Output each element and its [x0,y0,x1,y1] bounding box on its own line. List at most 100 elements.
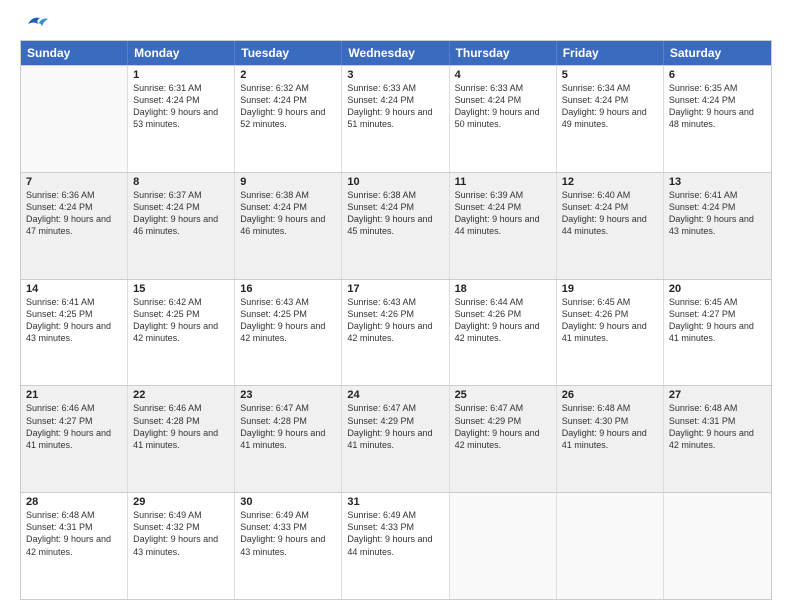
day-number: 3 [347,69,443,81]
cell-text: Sunrise: 6:44 AM Sunset: 4:26 PM Dayligh… [455,296,551,345]
day-number: 5 [562,69,658,81]
day-number: 16 [240,283,336,295]
cal-cell: 18Sunrise: 6:44 AM Sunset: 4:26 PM Dayli… [450,280,557,386]
cell-text: Sunrise: 6:46 AM Sunset: 4:27 PM Dayligh… [26,402,122,451]
header-cell-monday: Monday [128,41,235,65]
cal-cell: 26Sunrise: 6:48 AM Sunset: 4:30 PM Dayli… [557,386,664,492]
cal-row: 28Sunrise: 6:48 AM Sunset: 4:31 PM Dayli… [21,492,771,599]
cell-text: Sunrise: 6:38 AM Sunset: 4:24 PM Dayligh… [347,189,443,238]
header-cell-friday: Friday [557,41,664,65]
cell-text: Sunrise: 6:42 AM Sunset: 4:25 PM Dayligh… [133,296,229,345]
cell-text: Sunrise: 6:49 AM Sunset: 4:33 PM Dayligh… [240,509,336,558]
cell-text: Sunrise: 6:43 AM Sunset: 4:26 PM Dayligh… [347,296,443,345]
cell-text: Sunrise: 6:39 AM Sunset: 4:24 PM Dayligh… [455,189,551,238]
header-cell-sunday: Sunday [21,41,128,65]
cal-cell: 8Sunrise: 6:37 AM Sunset: 4:24 PM Daylig… [128,173,235,279]
calendar-body: 1Sunrise: 6:31 AM Sunset: 4:24 PM Daylig… [21,65,771,599]
cal-cell: 31Sunrise: 6:49 AM Sunset: 4:33 PM Dayli… [342,493,449,599]
cal-cell: 29Sunrise: 6:49 AM Sunset: 4:32 PM Dayli… [128,493,235,599]
page: SundayMondayTuesdayWednesdayThursdayFrid… [0,0,792,612]
logo-bird-icon [22,14,48,34]
cell-text: Sunrise: 6:43 AM Sunset: 4:25 PM Dayligh… [240,296,336,345]
cal-cell [450,493,557,599]
cell-text: Sunrise: 6:37 AM Sunset: 4:24 PM Dayligh… [133,189,229,238]
cell-text: Sunrise: 6:45 AM Sunset: 4:26 PM Dayligh… [562,296,658,345]
cell-text: Sunrise: 6:45 AM Sunset: 4:27 PM Dayligh… [669,296,766,345]
day-number: 10 [347,176,443,188]
cal-cell: 30Sunrise: 6:49 AM Sunset: 4:33 PM Dayli… [235,493,342,599]
day-number: 17 [347,283,443,295]
cell-text: Sunrise: 6:38 AM Sunset: 4:24 PM Dayligh… [240,189,336,238]
cell-text: Sunrise: 6:48 AM Sunset: 4:31 PM Dayligh… [669,402,766,451]
cal-cell: 25Sunrise: 6:47 AM Sunset: 4:29 PM Dayli… [450,386,557,492]
cal-cell: 21Sunrise: 6:46 AM Sunset: 4:27 PM Dayli… [21,386,128,492]
day-number: 22 [133,389,229,401]
cal-cell: 5Sunrise: 6:34 AM Sunset: 4:24 PM Daylig… [557,66,664,172]
day-number: 2 [240,69,336,81]
logo [20,18,48,30]
cell-text: Sunrise: 6:36 AM Sunset: 4:24 PM Dayligh… [26,189,122,238]
cal-cell: 15Sunrise: 6:42 AM Sunset: 4:25 PM Dayli… [128,280,235,386]
cell-text: Sunrise: 6:32 AM Sunset: 4:24 PM Dayligh… [240,82,336,131]
cal-cell: 3Sunrise: 6:33 AM Sunset: 4:24 PM Daylig… [342,66,449,172]
day-number: 8 [133,176,229,188]
cal-cell: 24Sunrise: 6:47 AM Sunset: 4:29 PM Dayli… [342,386,449,492]
cell-text: Sunrise: 6:48 AM Sunset: 4:30 PM Dayligh… [562,402,658,451]
day-number: 14 [26,283,122,295]
cell-text: Sunrise: 6:35 AM Sunset: 4:24 PM Dayligh… [669,82,766,131]
cal-cell: 1Sunrise: 6:31 AM Sunset: 4:24 PM Daylig… [128,66,235,172]
day-number: 4 [455,69,551,81]
day-number: 6 [669,69,766,81]
cal-cell: 22Sunrise: 6:46 AM Sunset: 4:28 PM Dayli… [128,386,235,492]
day-number: 19 [562,283,658,295]
cal-cell: 11Sunrise: 6:39 AM Sunset: 4:24 PM Dayli… [450,173,557,279]
cell-text: Sunrise: 6:31 AM Sunset: 4:24 PM Dayligh… [133,82,229,131]
day-number: 24 [347,389,443,401]
cal-cell: 17Sunrise: 6:43 AM Sunset: 4:26 PM Dayli… [342,280,449,386]
cal-cell: 27Sunrise: 6:48 AM Sunset: 4:31 PM Dayli… [664,386,771,492]
day-number: 20 [669,283,766,295]
cell-text: Sunrise: 6:41 AM Sunset: 4:24 PM Dayligh… [669,189,766,238]
day-number: 9 [240,176,336,188]
cal-row: 21Sunrise: 6:46 AM Sunset: 4:27 PM Dayli… [21,385,771,492]
header-cell-wednesday: Wednesday [342,41,449,65]
cal-cell: 28Sunrise: 6:48 AM Sunset: 4:31 PM Dayli… [21,493,128,599]
day-number: 7 [26,176,122,188]
cal-row: 1Sunrise: 6:31 AM Sunset: 4:24 PM Daylig… [21,65,771,172]
cell-text: Sunrise: 6:48 AM Sunset: 4:31 PM Dayligh… [26,509,122,558]
day-number: 29 [133,496,229,508]
cal-cell: 13Sunrise: 6:41 AM Sunset: 4:24 PM Dayli… [664,173,771,279]
cal-row: 14Sunrise: 6:41 AM Sunset: 4:25 PM Dayli… [21,279,771,386]
calendar: SundayMondayTuesdayWednesdayThursdayFrid… [20,40,772,600]
day-number: 23 [240,389,336,401]
cell-text: Sunrise: 6:47 AM Sunset: 4:29 PM Dayligh… [455,402,551,451]
cell-text: Sunrise: 6:47 AM Sunset: 4:29 PM Dayligh… [347,402,443,451]
cell-text: Sunrise: 6:40 AM Sunset: 4:24 PM Dayligh… [562,189,658,238]
day-number: 27 [669,389,766,401]
cal-cell: 10Sunrise: 6:38 AM Sunset: 4:24 PM Dayli… [342,173,449,279]
cell-text: Sunrise: 6:34 AM Sunset: 4:24 PM Dayligh… [562,82,658,131]
cal-row: 7Sunrise: 6:36 AM Sunset: 4:24 PM Daylig… [21,172,771,279]
day-number: 1 [133,69,229,81]
calendar-header: SundayMondayTuesdayWednesdayThursdayFrid… [21,41,771,65]
cal-cell: 14Sunrise: 6:41 AM Sunset: 4:25 PM Dayli… [21,280,128,386]
day-number: 25 [455,389,551,401]
header-cell-thursday: Thursday [450,41,557,65]
day-number: 31 [347,496,443,508]
day-number: 12 [562,176,658,188]
cell-text: Sunrise: 6:46 AM Sunset: 4:28 PM Dayligh… [133,402,229,451]
cal-cell [557,493,664,599]
cal-cell: 20Sunrise: 6:45 AM Sunset: 4:27 PM Dayli… [664,280,771,386]
cal-cell: 19Sunrise: 6:45 AM Sunset: 4:26 PM Dayli… [557,280,664,386]
cal-cell [664,493,771,599]
header [20,18,772,30]
cell-text: Sunrise: 6:49 AM Sunset: 4:32 PM Dayligh… [133,509,229,558]
day-number: 11 [455,176,551,188]
cal-cell: 4Sunrise: 6:33 AM Sunset: 4:24 PM Daylig… [450,66,557,172]
cal-cell: 2Sunrise: 6:32 AM Sunset: 4:24 PM Daylig… [235,66,342,172]
cal-cell: 9Sunrise: 6:38 AM Sunset: 4:24 PM Daylig… [235,173,342,279]
day-number: 26 [562,389,658,401]
cell-text: Sunrise: 6:49 AM Sunset: 4:33 PM Dayligh… [347,509,443,558]
day-number: 15 [133,283,229,295]
cal-cell: 6Sunrise: 6:35 AM Sunset: 4:24 PM Daylig… [664,66,771,172]
